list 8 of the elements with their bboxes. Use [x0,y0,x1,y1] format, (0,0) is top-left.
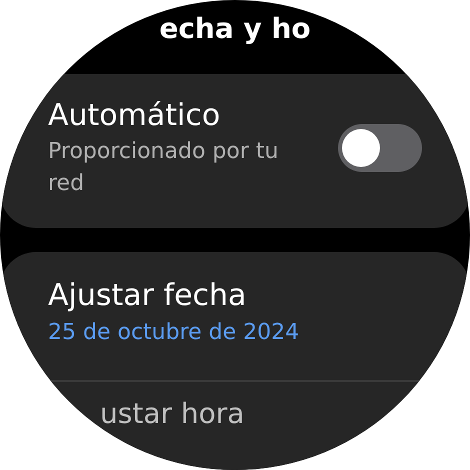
screen-title: echa y ho [159,12,311,46]
toggle-switch[interactable] [338,124,422,172]
setting-subtitle: Proporcionado por tu red [48,138,280,198]
setting-title[interactable]: ustar hora [0,382,470,432]
automatic-card[interactable]: Automático Proporcionado por tu red [0,74,470,228]
setting-title[interactable]: Ajustar fecha [48,276,300,316]
setting-title: Automático [48,97,222,135]
date-value: 25 de octubre de 2024 [48,319,300,347]
